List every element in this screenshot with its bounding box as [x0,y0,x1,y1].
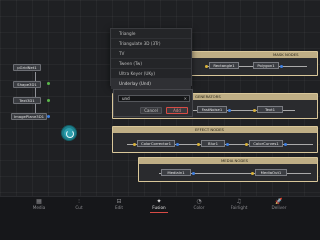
deliver-icon: 🚀 [275,198,283,205]
node-polygon[interactable]: Polygon1 [253,62,279,69]
node-colorcorrector[interactable]: ColorCorrector1 [137,140,175,147]
node-label: MediaIn1 [167,170,185,175]
node-mediain[interactable]: MediaIn1 [161,169,191,176]
node-text3d[interactable]: Text3D1 [13,97,41,104]
add-button[interactable]: Add [166,107,188,114]
menu-item[interactable]: Triangulate 3D (3Tr) [111,39,191,49]
page-navigation-bar: ▦ Media ⫶ Cut ⊟ Edit ✦ Fusion ◔ Color ♫ … [0,196,320,240]
menu-item-selected[interactable]: Underlay (Und) [111,79,191,89]
page-tab-fairlight[interactable]: ♫ Fairlight [222,197,256,211]
node-label: ImagePlane3D1 [13,114,45,119]
group-title: MASK NODES [191,52,317,58]
busy-cursor-icon [62,126,76,140]
page-tab-label: Deliver [271,205,287,210]
page-tab-deliver[interactable]: 🚀 Deliver [262,197,296,211]
node-text[interactable]: Text1 [257,106,283,113]
group-title: EFFECT NODES [113,127,317,133]
node-label: ColorCorrector1 [140,141,172,146]
input-port[interactable] [253,109,256,112]
input-port[interactable] [133,143,136,146]
output-port[interactable] [192,172,195,175]
group-mask-nodes[interactable]: MASK NODES Rectangle1 Polygon1 [190,51,318,76]
fairlight-icon: ♫ [236,198,242,205]
node-blur[interactable]: Blur1 [201,140,225,147]
node-label: Shape3D1 [17,82,37,87]
input-port[interactable] [47,82,50,85]
media-icon: ▦ [36,198,42,205]
menu-item[interactable]: Ultra Keyer (UKy) [111,69,191,79]
cancel-button[interactable]: Cancel [140,107,162,114]
node-label: FastNoise1 [201,107,223,112]
output-port[interactable] [47,115,50,118]
page-tab-cut[interactable]: ⫶ Cut [62,197,96,211]
node-editor-canvas[interactable]: pGridNet1 Shape3D1 Text3D1 ImagePlane3D1… [0,0,320,196]
select-tool-dialog: und ✕ Cancel Add [113,89,193,117]
output-port[interactable] [226,143,229,146]
page-tab-label: Fairlight [230,205,248,210]
node-rectangle[interactable]: Rectangle1 [209,62,239,69]
page-tab-label: Color [193,205,205,210]
node-pgridnet[interactable]: pGridNet1 [13,64,41,71]
output-port[interactable] [284,143,287,146]
color-icon: ◔ [196,198,202,205]
tool-search-results-menu[interactable]: Triangle Triangulate 3D (3Tr) TV Tween (… [110,28,192,89]
node-label: pGridNet1 [17,65,37,70]
fusion-icon: ✦ [156,198,162,205]
node-label: Text1 [264,107,276,112]
node-label: ColorCurves1 [253,141,279,146]
output-port[interactable] [228,109,231,112]
node-shape3d[interactable]: Shape3D1 [13,81,41,88]
menu-item[interactable]: Triangle [111,29,191,39]
output-port[interactable] [280,65,283,68]
menu-item[interactable]: TV [111,49,191,59]
page-tab-edit[interactable]: ⊟ Edit [102,197,136,211]
group-effect-nodes[interactable]: EFFECT NODES ColorCorrector1 Blur1 Color… [112,126,318,153]
edit-icon: ⊟ [116,198,122,205]
page-tab-label: Media [32,205,46,210]
input-port[interactable] [205,65,208,68]
node-mediaout[interactable]: MediaOut1 [255,169,287,176]
connection-line [35,72,36,118]
node-imageplane3d[interactable]: ImagePlane3D1 [11,113,47,120]
page-tab-label: Fusion [152,205,166,210]
node-label: Blur1 [207,141,219,146]
input-port[interactable] [197,143,200,146]
clear-icon[interactable]: ✕ [184,96,187,101]
node-fastnoise[interactable]: FastNoise1 [197,106,227,113]
page-tab-label: Edit [114,205,124,210]
node-label: Polygon1 [257,63,275,68]
page-tab-fusion[interactable]: ✦ Fusion [142,197,176,213]
page-tab-media[interactable]: ▦ Media [22,197,56,211]
node-colorcurves[interactable]: ColorCurves1 [249,140,283,147]
node-label: Rectangle1 [213,63,235,68]
output-port[interactable] [176,143,179,146]
input-port[interactable] [251,172,254,175]
page-tab-color[interactable]: ◔ Color [182,197,216,211]
menu-item[interactable]: Tween (Tw) [111,59,191,69]
cut-icon: ⫶ [78,198,80,205]
node-label: Text3D1 [19,98,35,103]
tool-search-value: und [122,96,130,101]
group-title: MEDIA NODES [139,158,317,164]
node-label: MediaOut1 [260,170,282,175]
input-port[interactable] [47,99,50,102]
tool-search-input[interactable]: und ✕ [118,95,190,102]
group-media-nodes[interactable]: MEDIA NODES MediaIn1 MediaOut1 [138,157,318,182]
page-tab-label: Cut [75,205,83,210]
input-port[interactable] [245,143,248,146]
